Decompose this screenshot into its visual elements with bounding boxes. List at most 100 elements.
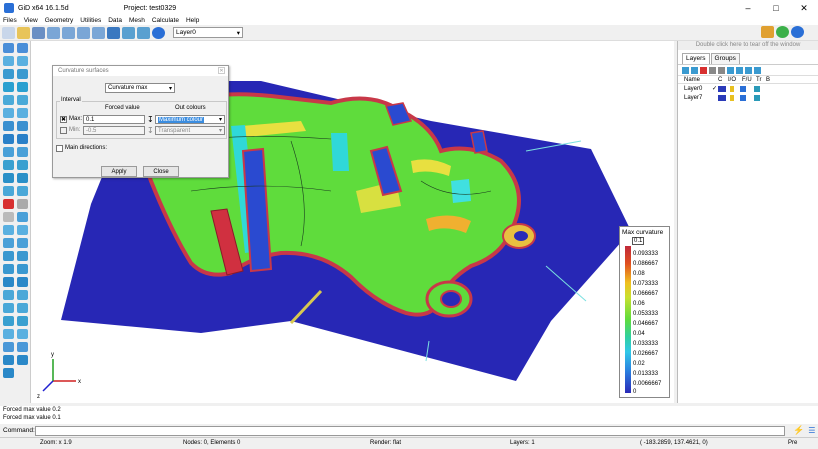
layer-on-icon[interactable] xyxy=(727,66,734,74)
wire-icon[interactable] xyxy=(3,329,14,339)
chart-icon[interactable] xyxy=(3,355,14,365)
animate-icon[interactable] xyxy=(17,355,28,365)
view-x-icon[interactable] xyxy=(3,290,14,300)
sphere-icon[interactable] xyxy=(17,134,28,144)
max-value-input[interactable]: 0.1 xyxy=(83,115,145,124)
surface-icon[interactable] xyxy=(3,95,14,105)
signal-icon[interactable] xyxy=(3,225,14,235)
layer-tool-icon[interactable] xyxy=(3,251,14,261)
run-icon[interactable]: ⚡ xyxy=(793,425,804,436)
mesh-icon[interactable] xyxy=(3,186,14,196)
tab-layers[interactable]: Layers xyxy=(682,53,710,64)
boundary-icon[interactable] xyxy=(3,277,14,287)
rename-icon[interactable] xyxy=(709,66,716,74)
command-input[interactable] xyxy=(35,425,785,436)
delete-icon[interactable] xyxy=(3,199,14,209)
group-tool-icon[interactable] xyxy=(17,251,28,261)
view-y-icon[interactable] xyxy=(17,290,28,300)
volume-icon[interactable] xyxy=(17,95,28,105)
arc-icon[interactable] xyxy=(3,56,14,66)
max-colour-select[interactable]: Maximum colour ▾ xyxy=(155,115,225,124)
minimize-icon[interactable]: – xyxy=(734,0,762,16)
extrude-icon[interactable] xyxy=(17,173,28,183)
erase-icon[interactable] xyxy=(17,199,28,209)
shade-icon[interactable] xyxy=(17,329,28,339)
sweep-icon[interactable] xyxy=(3,173,14,183)
menu-files[interactable]: Files xyxy=(3,17,17,24)
repair-icon[interactable] xyxy=(3,238,14,248)
menu-help[interactable]: Help xyxy=(186,17,199,24)
world-icon[interactable] xyxy=(791,26,804,38)
view-z-icon[interactable] xyxy=(3,303,14,313)
move-icon[interactable] xyxy=(17,108,28,118)
min-checkbox[interactable] xyxy=(60,127,67,134)
material-icon[interactable] xyxy=(17,264,28,274)
import-icon[interactable] xyxy=(17,342,28,352)
camera-icon[interactable] xyxy=(107,26,120,39)
clip-icon[interactable] xyxy=(3,316,14,326)
menu-utilities[interactable]: Utilities xyxy=(80,17,101,24)
arrows-icon[interactable] xyxy=(761,26,774,38)
filter-icon[interactable] xyxy=(745,66,752,74)
section-icon[interactable] xyxy=(17,316,28,326)
layer-row[interactable]: Layer7 xyxy=(678,93,818,102)
nurbs-icon[interactable] xyxy=(17,56,28,66)
freeze-icon[interactable] xyxy=(740,94,746,101)
layer-row[interactable]: Layer0 ✓ xyxy=(678,84,818,93)
intersect-icon[interactable] xyxy=(17,121,28,131)
structured-icon[interactable] xyxy=(17,186,28,196)
torus-icon[interactable] xyxy=(17,147,28,157)
main-directions-checkbox[interactable] xyxy=(56,145,63,152)
menu-geometry[interactable]: Geometry xyxy=(45,17,74,24)
menu-view[interactable]: View xyxy=(24,17,38,24)
rotate-icon[interactable] xyxy=(77,26,90,39)
close-icon[interactable]: ✕ xyxy=(790,0,818,16)
layer-select[interactable]: Layer0 ▾ xyxy=(173,27,243,38)
close-button[interactable]: Close xyxy=(143,166,179,177)
menu-icon[interactable] xyxy=(754,66,761,74)
new-child-icon[interactable] xyxy=(691,66,698,74)
zoom-icon[interactable] xyxy=(62,26,75,39)
render-icon[interactable] xyxy=(137,26,150,39)
maximize-icon[interactable]: □ xyxy=(762,0,790,16)
back-icon[interactable] xyxy=(754,85,760,92)
collapse-icon[interactable] xyxy=(17,238,28,248)
boolean-icon[interactable] xyxy=(3,160,14,170)
line-icon[interactable] xyxy=(17,43,28,53)
pick-max-icon[interactable]: ↧ xyxy=(147,115,154,124)
freeze-icon[interactable] xyxy=(740,85,746,92)
polyline-icon[interactable] xyxy=(3,69,14,79)
layer-icon[interactable] xyxy=(152,26,165,39)
light-icon[interactable] xyxy=(730,94,734,101)
delete-layer-icon[interactable] xyxy=(700,66,707,74)
xy-plane-icon[interactable] xyxy=(3,368,14,378)
circle-icon[interactable] xyxy=(17,82,28,92)
min-value-input[interactable]: -0.5 xyxy=(83,126,145,135)
menu-calculate[interactable]: Calculate xyxy=(152,17,179,24)
menu-data[interactable]: Data xyxy=(108,17,122,24)
view-iso-icon[interactable] xyxy=(17,303,28,313)
condition-icon[interactable] xyxy=(3,264,14,274)
layer-color-swatch[interactable] xyxy=(718,94,726,101)
dialog-close-icon[interactable]: ✕ xyxy=(218,67,225,74)
min-colour-select[interactable]: Transparent ▾ xyxy=(155,126,225,135)
tear-off-bar[interactable]: Double click here to tear off the window xyxy=(678,41,818,50)
rectangle-icon[interactable] xyxy=(17,69,28,79)
point-icon[interactable] xyxy=(3,43,14,53)
tab-groups[interactable]: Groups xyxy=(710,53,740,64)
max-checkbox[interactable]: ✖ xyxy=(60,116,67,123)
layer-color-swatch[interactable] xyxy=(718,85,726,92)
measure-icon[interactable] xyxy=(17,212,28,222)
edge-icon[interactable] xyxy=(17,277,28,287)
back-icon[interactable] xyxy=(754,94,760,101)
redraw-icon[interactable] xyxy=(92,26,105,39)
menu-mesh[interactable]: Mesh xyxy=(129,17,145,24)
light-icon[interactable] xyxy=(730,85,734,92)
polygon-icon[interactable] xyxy=(3,82,14,92)
offset-icon[interactable] xyxy=(17,160,28,170)
cone-icon[interactable] xyxy=(3,147,14,157)
layer-off-icon[interactable] xyxy=(736,66,743,74)
pick-min-icon[interactable]: ↧ xyxy=(147,126,154,135)
distance-icon[interactable] xyxy=(17,225,28,235)
save-icon[interactable] xyxy=(32,26,45,39)
